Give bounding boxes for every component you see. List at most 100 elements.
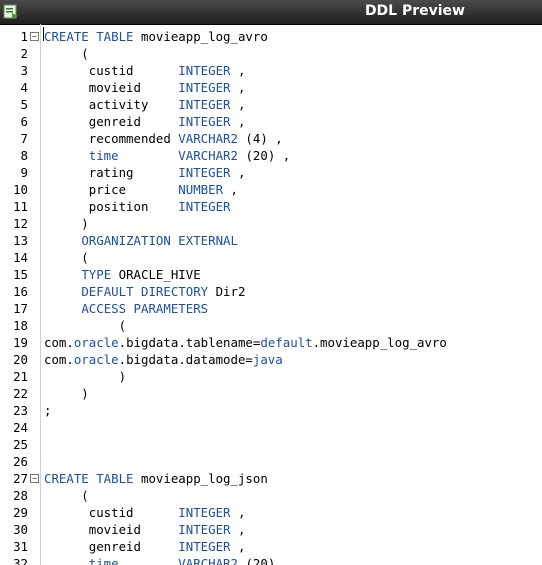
line-number: 7	[20, 131, 28, 146]
line-number: 17	[13, 301, 28, 316]
line-number: 10	[13, 182, 28, 197]
keyword-token: TYPE	[81, 267, 112, 282]
text-token: custid	[44, 63, 179, 78]
code-line[interactable]: 31 genreid INTEGER ,	[0, 538, 542, 555]
code-text: movieid INTEGER ,	[44, 79, 246, 96]
keyword-token: time	[88, 556, 119, 565]
code-text: custid INTEGER ,	[44, 62, 246, 79]
code-line[interactable]: 29 custid INTEGER ,	[0, 504, 542, 521]
text-token: (	[44, 318, 127, 333]
keyword-token: VARCHAR2	[178, 131, 238, 146]
text-token: com.	[44, 335, 74, 350]
code-line[interactable]: 8 time VARCHAR2 (20) ,	[0, 147, 542, 164]
keyword-token: java	[252, 352, 283, 367]
code-line[interactable]: 12 )	[0, 215, 542, 232]
text-token: movieapp_log_avro	[133, 29, 268, 44]
code-line[interactable]: 28 (	[0, 487, 542, 504]
line-number: 8	[20, 148, 28, 163]
code-line[interactable]: 1− CREATE TABLE movieapp_log_avro	[0, 28, 542, 45]
code-line[interactable]: 7 recommended VARCHAR2 (4) ,	[0, 130, 542, 147]
code-text: (	[44, 249, 89, 266]
keyword-token: INTEGER	[178, 199, 231, 214]
code-line[interactable]: 32 time VARCHAR2 (20)	[0, 555, 542, 565]
code-text: time VARCHAR2 (20) ,	[44, 147, 290, 164]
code-text: (	[44, 45, 88, 62]
line-number: 27	[13, 471, 28, 486]
text-token: (	[44, 488, 89, 503]
code-line[interactable]: 17 ACCESS PARAMETERS	[0, 300, 542, 317]
line-number: 30	[13, 522, 28, 537]
code-line[interactable]: 3 custid INTEGER ,	[0, 62, 542, 79]
code-line[interactable]: 22 )	[0, 385, 542, 402]
code-line[interactable]: 14 (	[0, 249, 542, 266]
text-token: price	[44, 182, 179, 197]
line-number: 9	[20, 165, 28, 180]
code-text: TYPE ORACLE_HIVE	[44, 266, 201, 283]
code-line[interactable]: 2 (	[0, 45, 542, 62]
code-line[interactable]: 16 DEFAULT DIRECTORY Dir2	[0, 283, 542, 300]
keyword-token: INTEGER	[178, 522, 231, 537]
code-line[interactable]: 19 com.oracle.bigdata.tablename=default.m…	[0, 334, 542, 351]
keyword-token: VARCHAR2	[178, 148, 238, 163]
line-number: 16	[13, 284, 28, 299]
code-text: (	[44, 487, 89, 504]
keyword-token: INTEGER	[178, 505, 231, 520]
window-title: DDL Preview	[364, 3, 465, 19]
text-token: custid	[44, 505, 179, 520]
code-line[interactable]: 5 activity INTEGER ,	[0, 96, 542, 113]
line-number: 15	[13, 267, 28, 282]
code-line[interactable]: 20 com.oracle.bigdata.datamode=java	[0, 351, 542, 368]
code-line[interactable]: 4 movieid INTEGER ,	[0, 79, 542, 96]
keyword-token: INTEGER	[178, 80, 231, 95]
code-line[interactable]: 11 position INTEGER	[0, 198, 542, 215]
code-line[interactable]: 21 )	[0, 368, 542, 385]
text-token: (20)	[237, 556, 276, 565]
text-token: ,	[230, 539, 246, 554]
text-token: position	[44, 199, 179, 214]
code-line[interactable]: 9 rating INTEGER ,	[0, 164, 542, 181]
code-line[interactable]: 24	[0, 419, 542, 436]
code-line[interactable]: 6 genreid INTEGER ,	[0, 113, 542, 130]
text-token: ,	[230, 80, 246, 95]
text-token: )	[44, 216, 89, 231]
code-line[interactable]: 18 (	[0, 317, 542, 334]
code-text: )	[44, 215, 89, 232]
code-line[interactable]: 10 price NUMBER ,	[0, 181, 542, 198]
line-number: 1	[20, 29, 28, 44]
line-number: 29	[13, 505, 28, 520]
keyword-token: oracle	[73, 335, 119, 350]
text-token: recommended	[44, 131, 179, 146]
keyword-token: INTEGER	[178, 539, 231, 554]
line-number: 31	[13, 539, 28, 554]
code-line[interactable]: 23;	[0, 402, 542, 419]
text-token: ORACLE_HIVE	[111, 267, 201, 282]
code-line[interactable]: 30 movieid INTEGER ,	[0, 521, 542, 538]
code-line[interactable]: 26	[0, 453, 542, 470]
code-line[interactable]: 25	[0, 436, 542, 453]
keyword-token: INTEGER	[178, 165, 231, 180]
fold-toggle-icon[interactable]: −	[30, 32, 39, 41]
keyword-token: NUMBER	[178, 182, 224, 197]
keyword-token: default	[260, 335, 313, 350]
code-text: com.oracle.bigdata.tablename=default.mov…	[44, 334, 447, 351]
line-number: 14	[13, 250, 28, 265]
code-line[interactable]: 13 ORGANIZATION EXTERNAL	[0, 232, 542, 249]
text-token: activity	[44, 97, 179, 112]
line-number: 11	[13, 199, 28, 214]
line-number: 3	[20, 63, 28, 78]
text-token: movieapp_log_json	[133, 471, 268, 486]
text-token: (	[44, 250, 89, 265]
code-text: rating INTEGER ,	[44, 164, 246, 181]
code-editor[interactable]: 1− CREATE TABLE movieapp_log_avro 2 (3 cus…	[0, 24, 542, 565]
text-token: ,	[230, 165, 246, 180]
code-line[interactable]: 27− CREATE TABLE movieapp_log_json	[0, 470, 542, 487]
text-token: movieid	[44, 522, 179, 537]
code-text: com.oracle.bigdata.datamode=java	[44, 351, 283, 368]
text-token: ,	[230, 97, 246, 112]
code-line[interactable]: 15 TYPE ORACLE_HIVE	[0, 266, 542, 283]
line-number: 22	[13, 386, 28, 401]
fold-toggle-icon[interactable]: −	[30, 474, 39, 483]
keyword-token: CREATE TABLE	[44, 29, 134, 44]
